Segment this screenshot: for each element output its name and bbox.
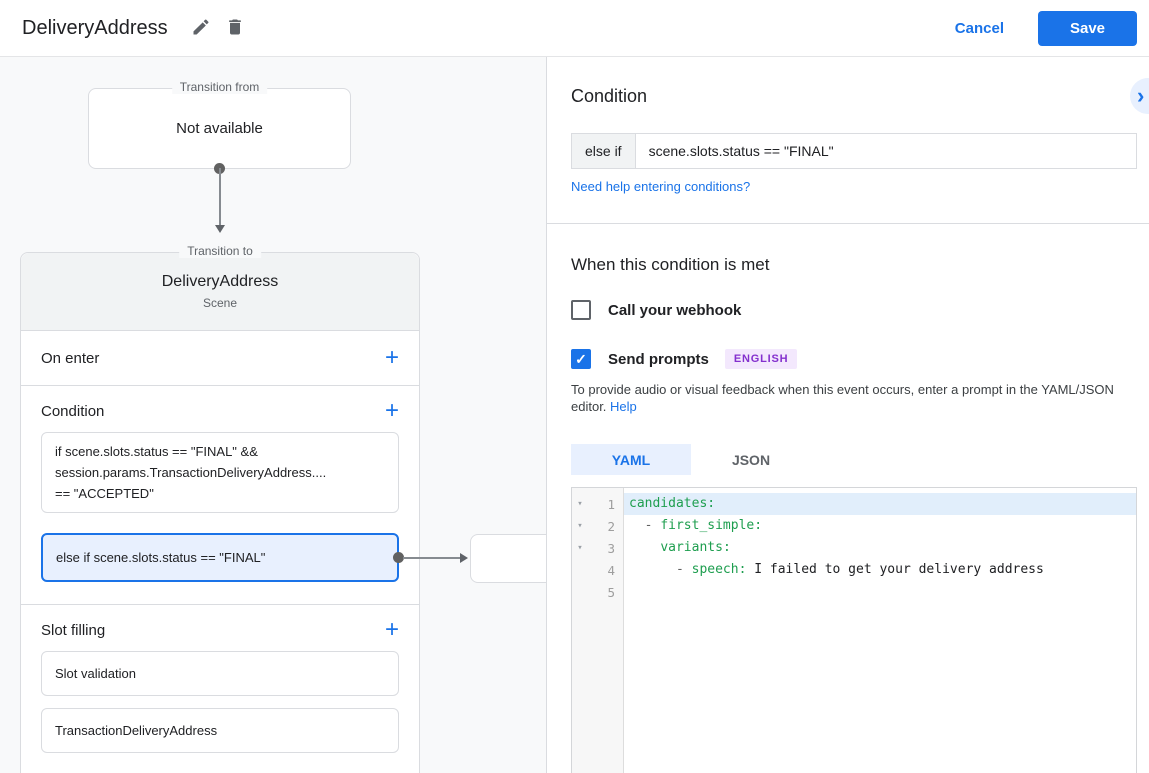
arrow-right-icon [460, 552, 468, 563]
line-number: 3 [607, 540, 615, 556]
fold-icon[interactable]: ▾ [572, 499, 588, 509]
line-number: 2 [607, 518, 615, 534]
call-webhook-label[interactable]: Call your webhook [608, 302, 741, 319]
fold-icon[interactable]: ▾ [572, 543, 588, 553]
code-line[interactable]: - speech: I failed to get your delivery … [624, 559, 1136, 581]
collapse-panel-button[interactable]: › [1130, 78, 1149, 114]
scene-canvas: Transition from Not available Transition… [0, 57, 547, 773]
line-number: 4 [607, 562, 615, 578]
transition-from-box: Transition from Not available [88, 80, 351, 233]
condition-card[interactable]: if scene.slots.status == "FINAL" && sess… [41, 432, 399, 513]
page-title: DeliveryAddress [22, 16, 168, 39]
code-line[interactable] [624, 581, 1136, 603]
pencil-icon [191, 17, 211, 40]
tab-yaml[interactable]: YAML [571, 444, 691, 475]
transition-to-legend: Transition to [179, 244, 261, 258]
condition-input-row: else if [571, 133, 1137, 169]
condition-section: Condition + if scene.slots.status == "FI… [21, 386, 546, 605]
trash-icon [225, 17, 245, 40]
help-link[interactable]: Help [610, 399, 637, 414]
transition-from-value: Not available [176, 120, 263, 137]
add-condition-icon[interactable]: + [385, 399, 399, 423]
edit-button[interactable] [184, 11, 218, 45]
condition-met-title: When this condition is met [571, 255, 770, 274]
divider [547, 223, 1149, 224]
slot-filling-label: Slot filling [41, 621, 106, 639]
language-badge: ENGLISH [724, 349, 798, 369]
add-on-enter-icon[interactable]: + [385, 346, 399, 370]
condition-input[interactable] [635, 133, 1137, 169]
delete-button[interactable] [218, 11, 252, 45]
slot-card[interactable]: Slot validation [41, 651, 399, 696]
add-slot-icon[interactable]: + [385, 618, 399, 642]
scene-name: DeliveryAddress [161, 273, 279, 290]
condition-detail-panel: › Condition else if Need help entering c… [547, 57, 1149, 773]
prompt-editor-description: To provide audio or visual feedback when… [571, 381, 1127, 415]
scene-header[interactable]: DeliveryAddress Scene [21, 253, 419, 331]
send-prompts-label[interactable]: Send prompts [608, 351, 709, 368]
condition-card-selected[interactable]: else if scene.slots.status == "FINAL" [41, 533, 546, 583]
tab-json[interactable]: JSON [691, 444, 811, 475]
save-button[interactable]: Save [1038, 10, 1137, 46]
condition-label: Condition [41, 402, 105, 420]
editor-code-area[interactable]: candidates: - first_simple: variants: - … [624, 488, 1136, 773]
conditions-help-link[interactable]: Need help entering conditions? [571, 179, 750, 195]
transition-from-legend: Transition from [171, 80, 268, 94]
on-enter-label: On enter [41, 349, 100, 367]
condition-text: == "ACCEPTED" [55, 486, 154, 501]
slot-card-label: Slot validation [55, 666, 136, 681]
transition-to-box: Transition to DeliveryAddress Scene On e… [20, 244, 546, 773]
condition-prefix: else if [571, 133, 636, 169]
check-icon: ✓ [575, 351, 587, 367]
send-prompts-checkbox[interactable]: ✓ [571, 349, 591, 369]
editor-gutter: ▾ 1 ▾ 2 ▾ 3 4 5 [572, 488, 624, 773]
transition-target-node[interactable] [470, 533, 546, 583]
call-webhook-checkbox[interactable] [571, 300, 591, 320]
chevron-right-icon: › [1137, 83, 1145, 108]
slot-card-label: TransactionDeliveryAddress [55, 723, 218, 738]
condition-text: session.params.TransactionDeliveryAddres… [55, 465, 327, 480]
connector-line [403, 556, 460, 559]
condition-text: else if scene.slots.status == "FINAL" [56, 550, 266, 565]
line-number: 1 [607, 496, 615, 512]
slot-filling-section: Slot filling + Slot validation Transacti… [21, 605, 419, 773]
description-text: To provide audio or visual feedback when… [571, 382, 1114, 414]
on-enter-row[interactable]: On enter + [21, 331, 419, 386]
yaml-code-editor[interactable]: ▾ 1 ▾ 2 ▾ 3 4 5 candidates: - first_simple:… [571, 487, 1137, 773]
panel-title: Condition [571, 86, 648, 106]
line-number: 5 [607, 584, 615, 600]
connector-line [218, 168, 221, 225]
arrow-down-icon [214, 225, 225, 233]
slot-card[interactable]: TransactionDeliveryAddress [41, 708, 399, 753]
condition-text: if scene.slots.status == "FINAL" && [55, 444, 258, 459]
editor-format-tabs: YAML JSON [571, 444, 1137, 475]
top-bar: DeliveryAddress Cancel Save [0, 0, 1149, 57]
code-line[interactable]: variants: [624, 537, 1136, 559]
code-line[interactable]: - first_simple: [624, 515, 1136, 537]
code-line[interactable]: candidates: [624, 493, 1136, 515]
cancel-button[interactable]: Cancel [955, 20, 1004, 37]
scene-type: Scene [202, 296, 238, 310]
fold-icon[interactable]: ▾ [572, 521, 588, 531]
